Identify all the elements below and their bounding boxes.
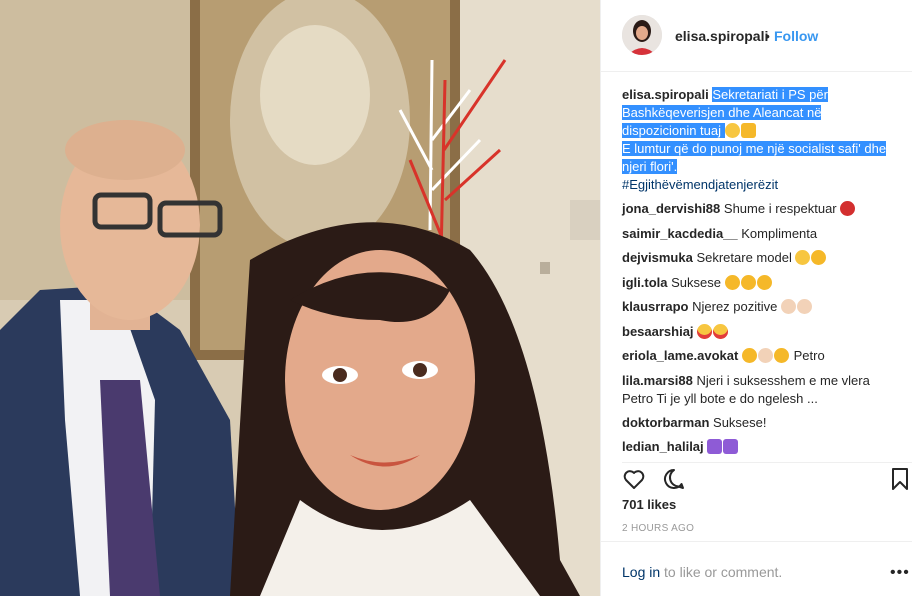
smirk-emoji-icon: [795, 250, 811, 265]
purple-heart-emoji-icon: [707, 439, 723, 454]
login-link[interactable]: Log in: [622, 564, 660, 580]
comment-item: dejvismuka Sekretare model: [622, 249, 892, 274]
purple-heart-emoji-icon: [723, 439, 739, 454]
comment-username[interactable]: klausrrapo: [622, 299, 688, 314]
clap-emoji-icon: [773, 348, 789, 363]
post-panel: elisa.spiropali • Follow elisa.spiropali…: [600, 0, 912, 596]
heart-icon[interactable]: [622, 467, 646, 496]
comment-item: saimir_kacdedia__ Komplimenta: [622, 225, 892, 250]
post-photo[interactable]: [0, 0, 600, 596]
comment-item: eriola_lame.avokat Petro: [622, 347, 892, 372]
comment-username[interactable]: doktorbarman: [622, 415, 709, 430]
comment-username[interactable]: saimir_kacdedia__: [622, 226, 738, 241]
comment-username[interactable]: jona_dervishi88: [622, 201, 720, 216]
clap-emoji-icon: [756, 274, 772, 290]
comment-item: ledian_halilaj: [622, 438, 892, 463]
clap-emoji-icon: [741, 348, 757, 363]
hashtag-link[interactable]: #Egjithëvëmendjatenjerëzit: [622, 176, 892, 194]
comment-username[interactable]: besaarshiaj: [622, 324, 694, 339]
bookmark-icon[interactable]: [888, 467, 912, 496]
heart-eyes-emoji-icon: [697, 323, 713, 339]
comment-text: Sekretare model: [696, 250, 792, 265]
action-bar: [622, 462, 912, 492]
caption-username[interactable]: elisa.spiropali: [622, 87, 709, 102]
more-options-icon[interactable]: •••: [890, 564, 910, 582]
comment-text: Petro: [793, 348, 825, 363]
comment-bubble-icon[interactable]: [662, 467, 686, 496]
comment-item: doktorbarman Suksese!: [622, 414, 892, 439]
clap-emoji-icon: [724, 274, 740, 290]
post-timestamp[interactable]: 2 HOURS AGO: [622, 523, 694, 534]
comment-username[interactable]: lila.marsi88: [622, 373, 693, 388]
comment-username[interactable]: ledian_halilaj: [622, 439, 704, 454]
clap-emoji-icon: [740, 274, 756, 290]
comments-list: elisa.spiropali Sekretariati i PS për Ba…: [622, 86, 892, 463]
smile-emoji-icon: [724, 123, 740, 138]
comment-username[interactable]: igli.tola: [622, 275, 668, 290]
comment-text: Suksese!: [713, 414, 767, 430]
login-prompt: Log in to like or comment.: [622, 564, 782, 580]
comment-item: igli.tola Suksese: [622, 274, 892, 299]
footer: Log in to like or comment. •••: [601, 541, 912, 596]
login-prompt-text: to like or comment.: [660, 564, 783, 580]
follow-button[interactable]: Follow: [774, 28, 818, 44]
avatar[interactable]: [622, 15, 662, 55]
likes-count[interactable]: 701 likes: [622, 497, 676, 512]
comment-item: lila.marsi88 Njeri i suksesshem e me vle…: [622, 372, 892, 414]
comment-item: besaarshiaj: [622, 323, 892, 348]
comment-username[interactable]: dejvismuka: [622, 250, 693, 265]
post-header: elisa.spiropali • Follow: [601, 0, 912, 72]
comment-text: Komplimenta: [741, 225, 818, 241]
muscle-emoji-icon: [797, 299, 812, 314]
caption: elisa.spiropali Sekretariati i PS për Ba…: [622, 86, 892, 194]
comment-text: Shume i respektuar: [723, 201, 837, 216]
heart-eyes-emoji-icon: [713, 323, 729, 339]
separator-dot: •: [765, 28, 770, 44]
comment-item: jona_dervishi88 Shume i respektuar: [622, 200, 892, 225]
comment-username[interactable]: eriola_lame.avokat: [622, 348, 738, 363]
comment-text: Suksese: [671, 274, 721, 290]
muscle-emoji-icon: [781, 299, 796, 314]
rose-emoji-icon: [840, 201, 856, 216]
comment-text: Njerez pozitive: [692, 299, 778, 314]
ok-hand-emoji-icon: [811, 250, 827, 265]
hands-emoji-icon: [740, 123, 756, 138]
comment-item: klausrrapo Njerez pozitive: [622, 298, 892, 323]
clap-emoji-icon: [757, 348, 773, 363]
username-link[interactable]: elisa.spiropali: [675, 28, 768, 44]
caption-text-line2: E lumtur që do punoj me një socialist sa…: [622, 141, 887, 174]
